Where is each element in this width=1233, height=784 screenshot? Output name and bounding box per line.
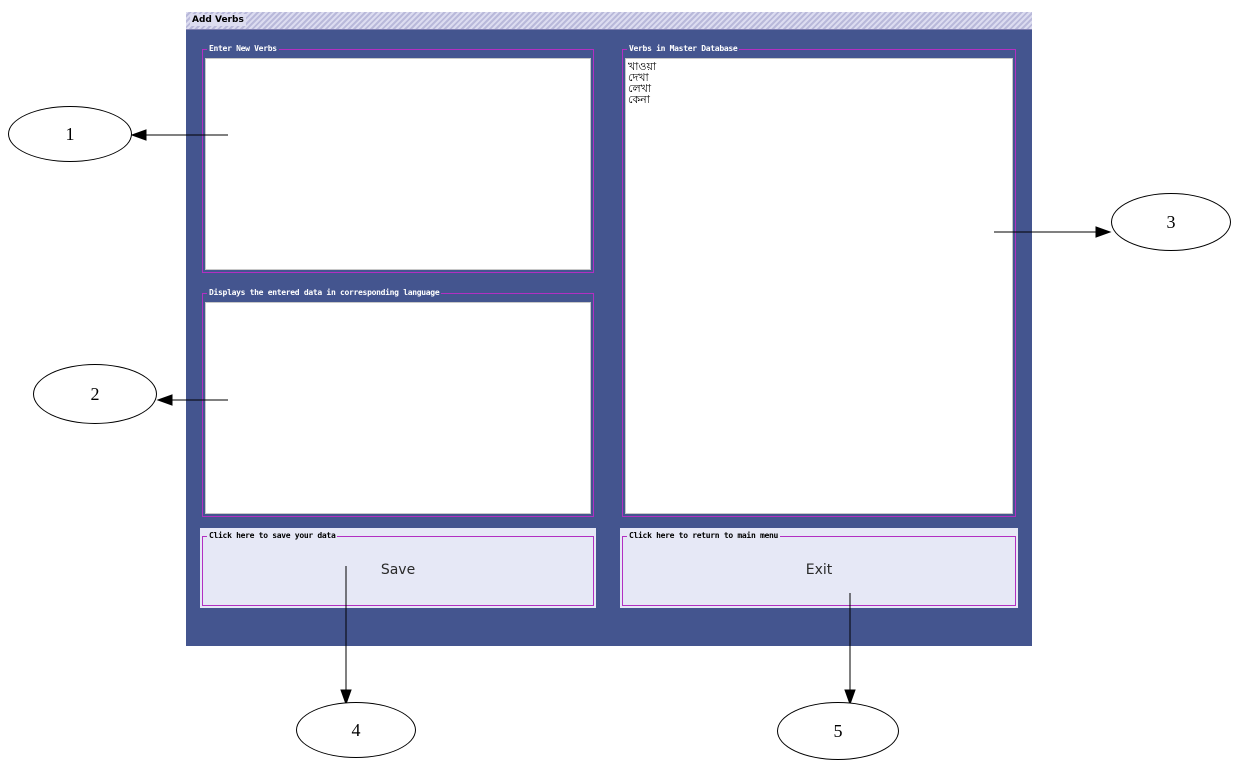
callout-2: 2: [33, 364, 157, 424]
arrow-3-head: [1095, 226, 1112, 238]
callout-3: 3: [1111, 193, 1231, 251]
arrow-2-head: [156, 394, 173, 406]
callout-1: 1: [8, 106, 132, 162]
callout-5: 5: [777, 702, 899, 760]
callout-4: 4: [296, 702, 416, 758]
arrow-1-head: [130, 129, 147, 141]
annotation-arrows: [130, 129, 1112, 706]
